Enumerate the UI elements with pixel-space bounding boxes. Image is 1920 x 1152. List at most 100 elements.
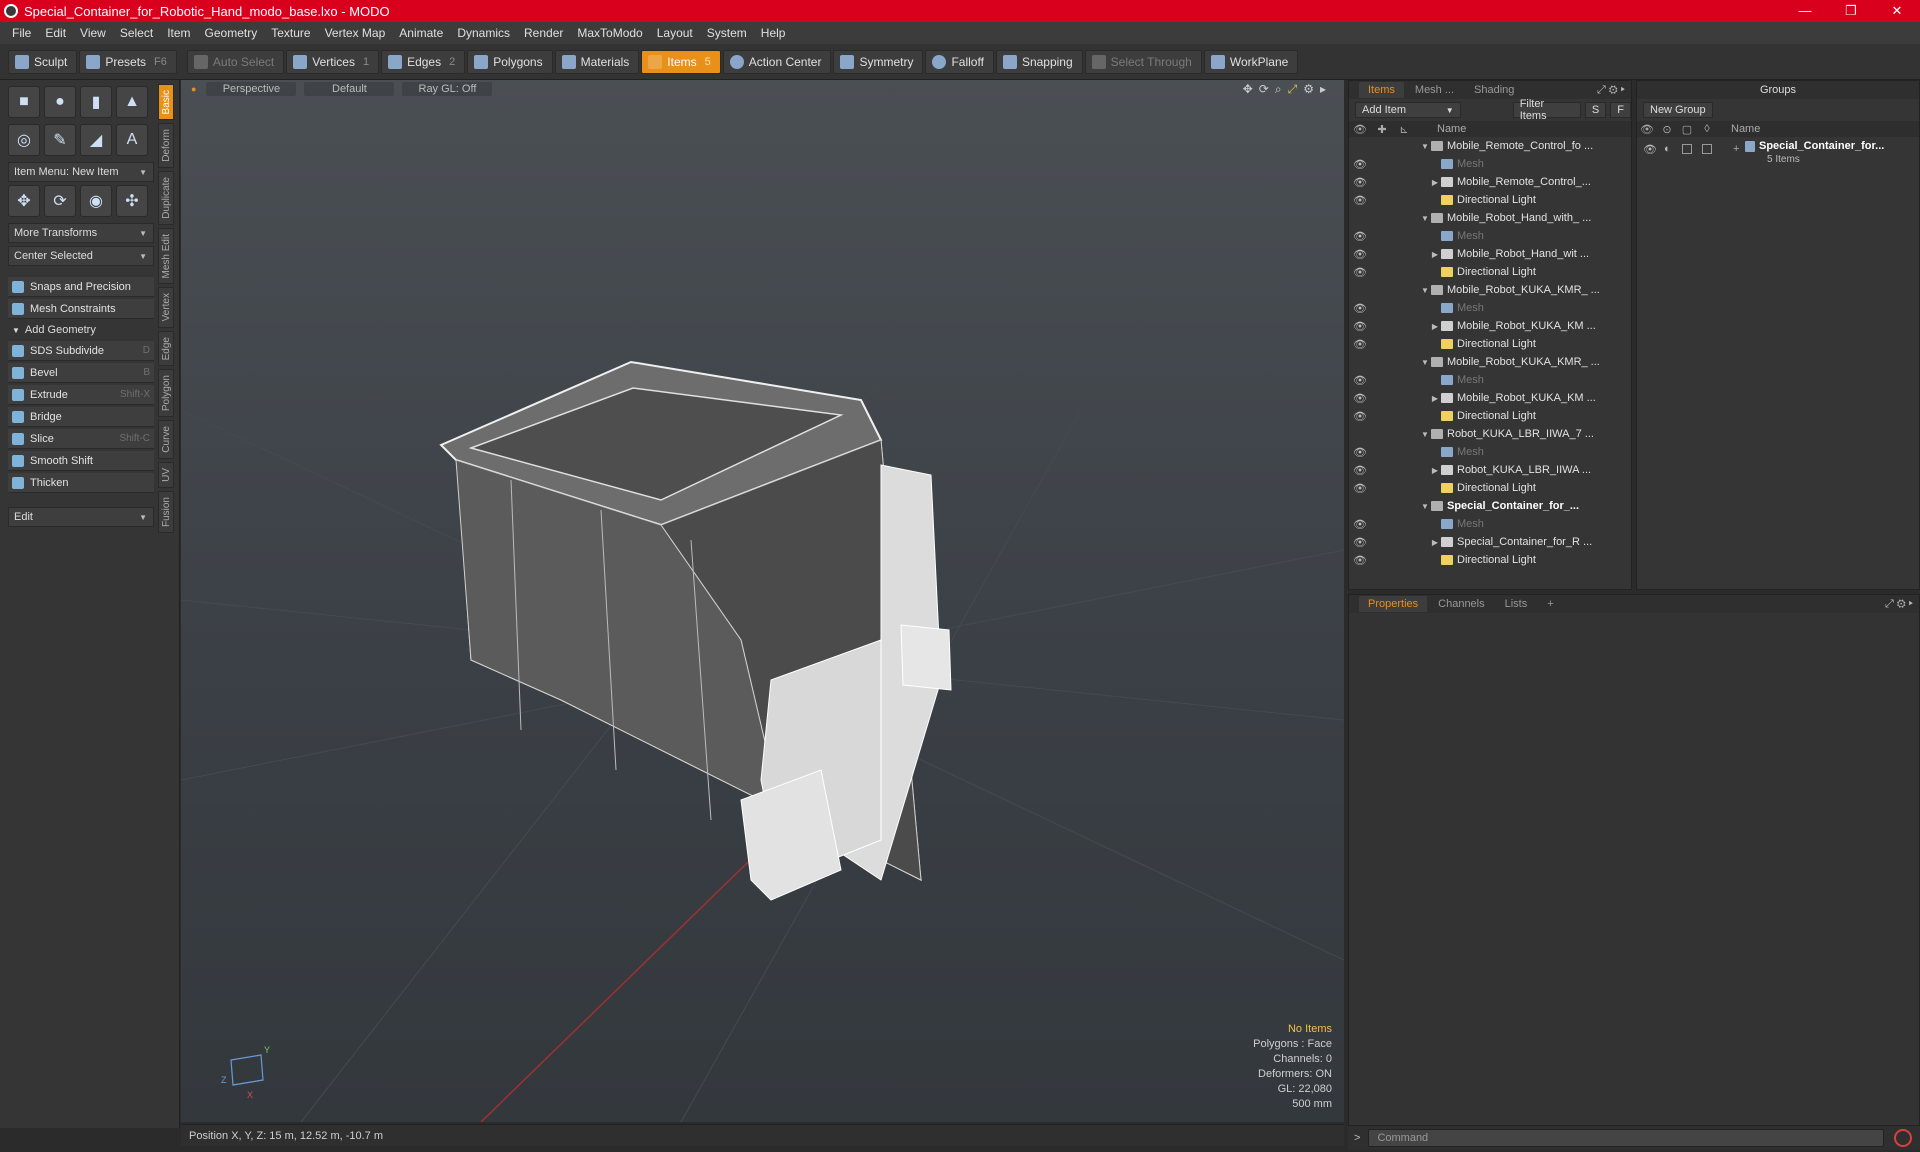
tree-row-mesh[interactable]: 👁 Mesh: [1349, 371, 1631, 389]
tree-row-light[interactable]: 👁 Directional Light: [1349, 551, 1631, 569]
visibility-eye-icon[interactable]: 👁: [1349, 248, 1371, 261]
tab-properties[interactable]: Properties: [1359, 596, 1428, 612]
tree-row-group[interactable]: 👁 ▶ Mobile_Robot_Hand_wit ...: [1349, 245, 1631, 263]
3d-viewport[interactable]: Y Z X ● Perspective Default Ray GL: Off …: [181, 80, 1344, 1122]
bevel-tool-button[interactable]: Bevel B: [8, 363, 154, 383]
new-group-button[interactable]: New Group: [1643, 102, 1713, 118]
tree-row-mesh[interactable]: 👁 Mesh: [1349, 299, 1631, 317]
panel-options-icon[interactable]: ⤢ ⚙ ▸: [1597, 84, 1631, 97]
select-checkbox[interactable]: [1702, 144, 1712, 154]
expand-toggle-icon[interactable]: ▼: [1419, 286, 1431, 295]
materials-mode-button[interactable]: Materials: [554, 49, 640, 74]
tab-deform[interactable]: Deform: [158, 123, 174, 169]
group-row[interactable]: 👁 ◐ + Special_Container_for... 5 Items: [1637, 137, 1919, 169]
polygons-mode-button[interactable]: Polygons: [467, 49, 553, 74]
close-button[interactable]: ✕: [1874, 0, 1920, 22]
shading-dropdown[interactable]: Default: [304, 82, 395, 96]
s-toggle-button[interactable]: S: [1584, 102, 1607, 118]
tab-uv[interactable]: UV: [158, 461, 174, 488]
mesh-constraints-button[interactable]: Mesh Constraints: [8, 299, 154, 319]
fit-icon[interactable]: ⤢: [1288, 82, 1298, 97]
tab-mesh-edit[interactable]: Mesh Edit: [158, 227, 174, 285]
f-toggle-button[interactable]: F: [1610, 102, 1631, 118]
tree-row-mesh[interactable]: 👁 Mesh: [1349, 515, 1631, 533]
edit-dropdown[interactable]: Edit ▼: [8, 507, 154, 527]
tree-row-scene[interactable]: ▼ Mobile_Remote_Control_fo ...: [1349, 137, 1631, 155]
expand-toggle-icon[interactable]: ▼: [1419, 430, 1431, 439]
cube-icon[interactable]: ■: [8, 86, 40, 118]
tree-row-group[interactable]: 👁 ▶ Mobile_Robot_KUKA_KM ...: [1349, 317, 1631, 335]
tab-lists[interactable]: Lists: [1496, 596, 1537, 612]
sds-subdivide-tool-button[interactable]: SDS Subdivide D: [8, 341, 154, 361]
menu-vertex-map[interactable]: Vertex Map: [319, 26, 394, 40]
visibility-eye-icon[interactable]: 👁: [1349, 464, 1371, 477]
tree-row-light[interactable]: 👁 Directional Light: [1349, 479, 1631, 497]
workplane-button[interactable]: WorkPlane: [1203, 49, 1299, 74]
expand-toggle-icon[interactable]: ▶: [1429, 322, 1441, 331]
menu-texture[interactable]: Texture: [265, 26, 318, 40]
visibility-eye-icon[interactable]: 👁: [1349, 266, 1371, 279]
tree-row-scene[interactable]: ▼ Robot_KUKA_LBR_IIWA_7 ...: [1349, 425, 1631, 443]
curve-tool-icon[interactable]: ◢: [80, 124, 112, 156]
visibility-eye-icon[interactable]: 👁: [1349, 320, 1371, 333]
tree-row-light[interactable]: 👁 Directional Light: [1349, 191, 1631, 209]
expand-toggle-icon[interactable]: ▼: [1419, 358, 1431, 367]
tree-row-scene[interactable]: ▼ Mobile_Robot_Hand_with_ ...: [1349, 209, 1631, 227]
expand-toggle-icon[interactable]: ▼: [1419, 214, 1431, 223]
expand-toggle-icon[interactable]: ▶: [1429, 178, 1441, 187]
menu-help[interactable]: Help: [755, 26, 794, 40]
transform-tool-icon[interactable]: ✣: [116, 185, 148, 217]
cylinder-icon[interactable]: ▮: [80, 86, 112, 118]
menu-system[interactable]: System: [701, 26, 755, 40]
rotate-tool-icon[interactable]: ⟳: [44, 185, 76, 217]
viewport-menu-icon[interactable]: ●: [191, 84, 196, 94]
tree-row-mesh[interactable]: 👁 Mesh: [1349, 443, 1631, 461]
visibility-eye-icon[interactable]: 👁: [1349, 446, 1371, 459]
tab-shading[interactable]: Shading: [1465, 82, 1523, 98]
visibility-eye-icon[interactable]: 👁: [1349, 176, 1371, 189]
menu-layout[interactable]: Layout: [651, 26, 701, 40]
visibility-eye-icon[interactable]: 👁: [1349, 302, 1371, 315]
tree-row-group[interactable]: 👁 ▶ Robot_KUKA_LBR_IIWA ...: [1349, 461, 1631, 479]
zoom-icon[interactable]: ⌕: [1275, 82, 1282, 97]
restore-button[interactable]: ❐: [1828, 0, 1874, 22]
bridge-tool-button[interactable]: Bridge: [8, 407, 154, 427]
thicken-tool-button[interactable]: Thicken: [8, 473, 154, 493]
sculpt-button[interactable]: Sculpt: [8, 49, 78, 74]
scale-tool-icon[interactable]: ◉: [80, 185, 112, 217]
filter-items-button[interactable]: Filter Items: [1512, 98, 1581, 122]
menu-file[interactable]: File: [6, 26, 39, 40]
expand-toggle-icon[interactable]: ▶: [1429, 538, 1441, 547]
extrude-tool-button[interactable]: Extrude Shift-X: [8, 385, 154, 405]
expand-plus-icon[interactable]: +: [1733, 143, 1739, 155]
visibility-eye-icon[interactable]: 👁: [1349, 158, 1371, 171]
vertices-mode-button[interactable]: Vertices 1: [286, 49, 380, 74]
add-geometry-header[interactable]: ▼ Add Geometry: [8, 321, 154, 339]
tree-row-group[interactable]: 👁 ▶ Mobile_Robot_KUKA_KM ...: [1349, 389, 1631, 407]
visibility-eye-icon[interactable]: 👁: [1349, 536, 1371, 549]
presets-button[interactable]: Presets F6: [79, 49, 177, 74]
auto-select-button[interactable]: Auto Select: [186, 49, 285, 74]
torus-icon[interactable]: ◎: [8, 124, 40, 156]
lock-checkbox[interactable]: [1682, 144, 1692, 154]
tab-fusion[interactable]: Fusion: [158, 490, 174, 533]
visibility-eye-icon[interactable]: 👁: [1349, 518, 1371, 531]
menu-render[interactable]: Render: [518, 26, 571, 40]
visibility-eye-icon[interactable]: 👁: [1349, 230, 1371, 243]
center-selected-dropdown[interactable]: Center Selected ▼: [8, 246, 154, 266]
smooth-shift-tool-button[interactable]: Smooth Shift: [8, 451, 154, 471]
tab-channels[interactable]: Channels: [1429, 596, 1493, 612]
minimize-button[interactable]: —: [1782, 0, 1828, 22]
tree-row-scene[interactable]: ▼ Special_Container_for_...: [1349, 497, 1631, 515]
visibility-eye-icon[interactable]: 👁: [1349, 392, 1371, 405]
snapping-button[interactable]: Snapping: [995, 49, 1083, 74]
tab-vertex[interactable]: Vertex: [158, 287, 174, 328]
menu-view[interactable]: View: [74, 26, 114, 40]
visibility-eye-icon[interactable]: 👁: [1349, 374, 1371, 387]
item-menu-dropdown[interactable]: Item Menu: New Item ▼: [8, 162, 154, 182]
expand-toggle-icon[interactable]: ▶: [1429, 250, 1441, 259]
cone-icon[interactable]: ▲: [116, 86, 148, 118]
tab-polygon[interactable]: Polygon: [158, 369, 174, 418]
tree-row-group[interactable]: 👁 ▶ Mobile_Remote_Control_...: [1349, 173, 1631, 191]
visibility-eye-icon[interactable]: 👁: [1349, 554, 1371, 567]
